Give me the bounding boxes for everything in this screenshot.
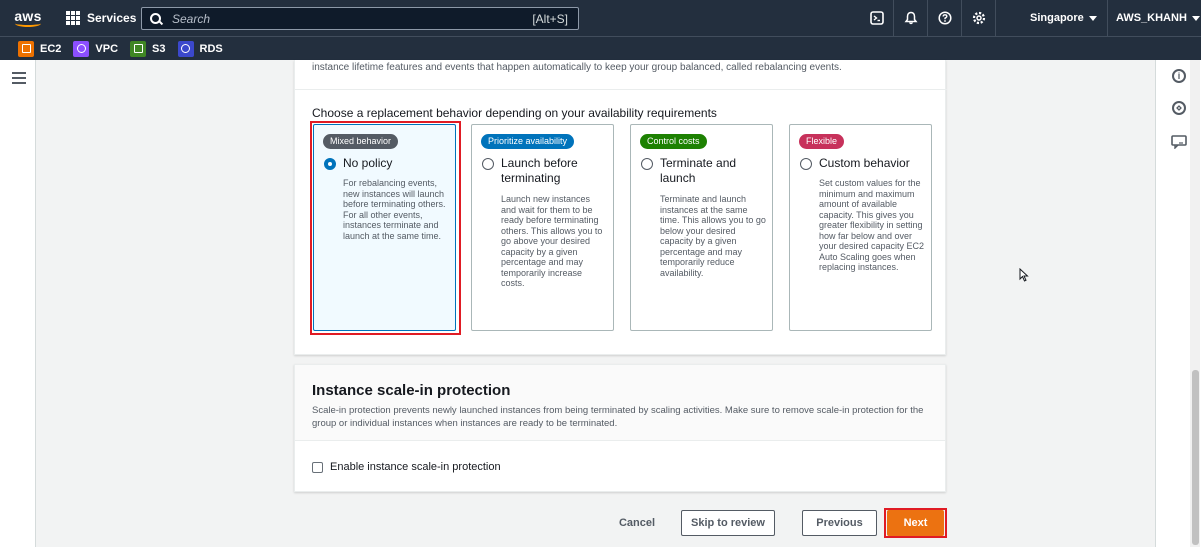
chevron-down-icon xyxy=(1088,15,1097,21)
favorites-bar: EC2 VPC S3 RDS xyxy=(0,36,1201,60)
scale-in-panel-header: Instance scale-in protection Scale-in pr… xyxy=(295,365,945,441)
favorite-ec2[interactable]: EC2 xyxy=(18,40,62,57)
bell-icon[interactable] xyxy=(894,0,928,36)
hamburger-menu-icon[interactable] xyxy=(12,72,26,87)
ec2-service-icon xyxy=(18,40,34,57)
radio-custom-behavior[interactable] xyxy=(800,158,812,170)
services-label: Services xyxy=(87,11,137,25)
top-icon-group xyxy=(860,0,996,36)
region-label: Singapore xyxy=(1030,12,1084,24)
search-icon xyxy=(150,12,162,25)
rebalancing-intro-text: instance lifetime features and events th… xyxy=(312,62,842,73)
replacement-behavior-label: Choose a replacement behavior depending … xyxy=(312,106,717,120)
cloudshell-icon[interactable] xyxy=(860,0,894,36)
services-menu-button[interactable]: Services xyxy=(66,0,136,36)
section-divider xyxy=(295,89,947,90)
option-title: Custom behavior xyxy=(819,156,910,170)
settings-icon[interactable] xyxy=(962,0,996,36)
scale-in-protection-panel: Instance scale-in protection Scale-in pr… xyxy=(294,364,946,492)
option-description: For rebalancing events, new instances wi… xyxy=(343,178,446,241)
cancel-button[interactable]: Cancel xyxy=(612,510,662,536)
account-menu[interactable]: AWS_KHANH xyxy=(1108,0,1200,36)
favorite-s3[interactable]: S3 xyxy=(130,40,166,57)
option-title: Terminate and launch xyxy=(660,156,737,185)
badge-prioritize-availability: Prioritize availability xyxy=(481,134,575,149)
search-shortcut-hint: [Alt+S] xyxy=(532,12,568,26)
radio-terminate-and-launch[interactable] xyxy=(641,158,653,170)
services-grid-icon xyxy=(66,11,80,25)
option-card-custom-behavior[interactable]: Flexible Custom behavior Set custom valu… xyxy=(789,124,932,331)
radio-launch-before-terminating[interactable] xyxy=(482,158,494,170)
mouse-cursor-icon xyxy=(1019,267,1029,282)
info-icon[interactable]: i xyxy=(1172,69,1186,83)
option-description: Terminate and launch instances at the sa… xyxy=(660,194,766,278)
favorite-label: EC2 xyxy=(40,42,62,55)
favorite-vpc[interactable]: VPC xyxy=(73,40,119,57)
scale-in-checkbox-label[interactable]: Enable instance scale-in protection xyxy=(330,461,501,473)
scale-in-description: Scale-in protection prevents newly launc… xyxy=(312,405,924,429)
favorite-rds[interactable]: RDS xyxy=(177,40,223,57)
vpc-service-icon xyxy=(73,40,90,57)
instance-maintenance-policy-panel: instance lifetime features and events th… xyxy=(294,60,947,355)
option-title: Launch before terminating xyxy=(501,156,578,185)
search-bar[interactable]: [Alt+S] xyxy=(141,7,579,30)
badge-mixed-behavior: Mixed behavior xyxy=(323,134,399,149)
skip-to-review-button[interactable]: Skip to review xyxy=(681,510,775,536)
help-icon[interactable] xyxy=(928,0,962,36)
badge-control-costs: Control costs xyxy=(640,134,707,149)
option-title: No policy xyxy=(343,156,393,170)
scale-in-protection-checkbox[interactable] xyxy=(312,462,323,473)
favorite-label: RDS xyxy=(199,42,223,55)
scrollbar-thumb[interactable] xyxy=(1192,370,1199,545)
favorite-label: S3 xyxy=(152,42,166,55)
rds-service-icon xyxy=(177,40,194,57)
search-input[interactable] xyxy=(172,11,502,26)
s3-service-icon xyxy=(130,40,147,57)
radio-no-policy[interactable] xyxy=(324,158,336,170)
aws-smile-icon xyxy=(15,20,41,27)
region-selector[interactable]: Singapore xyxy=(1020,0,1108,36)
chat-help-icon[interactable] xyxy=(1171,135,1187,154)
option-description: Set custom values for the minimum and ma… xyxy=(819,178,925,272)
favorite-label: VPC xyxy=(95,42,119,55)
option-card-terminate-and-launch[interactable]: Control costs Terminate and launch Termi… xyxy=(630,124,773,331)
badge-flexible: Flexible xyxy=(799,134,845,149)
option-description: Launch new instances and wait for them t… xyxy=(501,194,603,288)
left-side-rail xyxy=(0,60,36,547)
previous-button[interactable]: Previous xyxy=(802,510,877,536)
annotation-highlight-box xyxy=(884,508,947,538)
chevron-down-icon xyxy=(1191,15,1200,21)
scale-in-title: Instance scale-in protection xyxy=(312,382,511,399)
feedback-icon[interactable] xyxy=(1172,101,1186,115)
aws-logo[interactable]: aws xyxy=(6,0,50,36)
option-card-launch-before-terminating[interactable]: Prioritize availability Launch before te… xyxy=(471,124,614,331)
option-card-no-policy[interactable]: Mixed behavior No policy For rebalancing… xyxy=(313,124,456,331)
top-navigation: aws Services [Alt+S] Singapore AWS_KHANH xyxy=(0,0,1201,36)
account-label: AWS_KHANH xyxy=(1116,12,1187,24)
